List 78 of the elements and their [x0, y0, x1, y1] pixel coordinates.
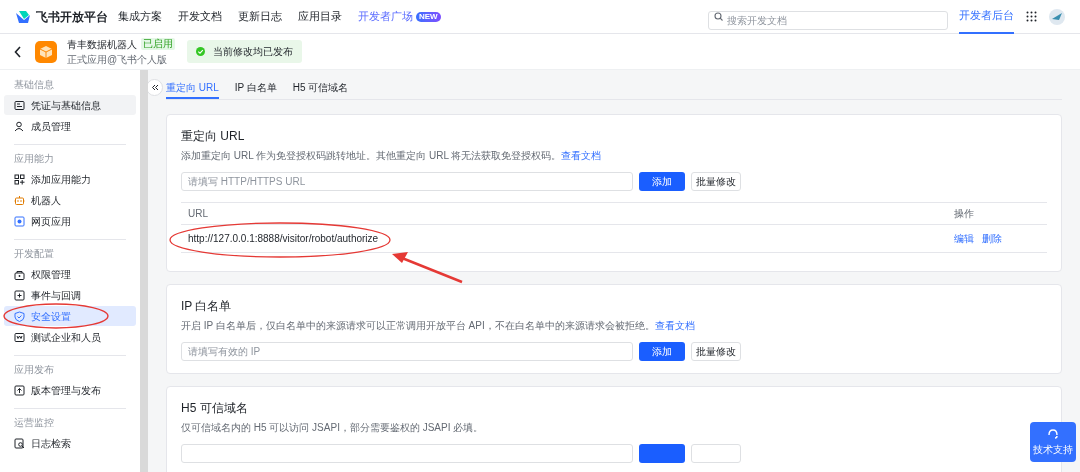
document-search-icon	[14, 437, 25, 449]
card-description: 添加重定向 URL 作为免登授权码跳转地址。其他重定向 URL 将无法获取免登授权码。查看文档	[181, 149, 603, 163]
column-header: URL	[188, 207, 209, 221]
lock-icon	[14, 268, 25, 280]
app-icon	[35, 40, 57, 63]
input-field[interactable]	[181, 444, 633, 463]
add-button[interactable]: 添加	[639, 342, 685, 361]
double-chevron-icon	[150, 84, 159, 91]
nav-link[interactable]: 更新日志	[238, 8, 282, 25]
add-button[interactable]	[639, 444, 685, 463]
frame-icon	[14, 331, 25, 343]
grid-icon	[14, 173, 25, 185]
sidebar-item[interactable]: 成员管理	[4, 116, 136, 136]
batch-edit-button[interactable]: 批量修改	[691, 342, 741, 361]
section-heading: 基础信息	[13, 78, 55, 92]
upload-icon	[14, 384, 25, 396]
plus-box-icon	[14, 289, 25, 301]
annotation-arrow	[392, 252, 463, 284]
new-badge: NEW	[416, 11, 441, 22]
headset-icon	[1047, 427, 1059, 440]
robot-icon	[14, 194, 25, 206]
search-icon	[714, 12, 723, 21]
sidebar-item[interactable]: 权限管理	[4, 264, 136, 284]
docs-link[interactable]: 查看文档	[561, 150, 602, 161]
status-tag: 已启用	[141, 38, 175, 50]
column-header: 操作	[954, 207, 975, 221]
sidebar-item[interactable]: 添加应用能力	[4, 169, 136, 189]
action-link[interactable]: 编辑	[954, 231, 974, 246]
shield-icon	[14, 310, 25, 322]
sidebar-item[interactable]: 机器人	[4, 190, 136, 210]
console-link[interactable]: 开发者后台	[959, 0, 1014, 34]
card-title: IP 白名单	[181, 298, 233, 315]
nav-link[interactable]: 应用目录	[298, 8, 342, 25]
scrollbar[interactable]	[140, 70, 148, 472]
section-heading: 运营监控	[13, 416, 55, 430]
card-description: 仅可信域名内的 H5 可以访问 JSAPI，部分需要鉴权的 JSAPI 必填。	[181, 421, 485, 435]
nav-link[interactable]: 开发文档	[178, 8, 222, 25]
app-name: 青丰数据机器人	[67, 37, 137, 51]
sidebar-item[interactable]: 事件与回调	[4, 285, 136, 305]
docs-link[interactable]: 查看文档	[654, 320, 695, 331]
tab[interactable]: IP 白名单	[234, 77, 277, 99]
card-title: H5 可信域名	[181, 400, 249, 417]
sidebar-item[interactable]: 日志检索	[4, 433, 136, 453]
avatar-icon	[1049, 8, 1065, 25]
collapse-button[interactable]	[148, 79, 163, 96]
user-icon	[14, 120, 25, 132]
support-button[interactable]: 技术支持	[1030, 422, 1076, 462]
apps-grid-icon	[1026, 11, 1037, 22]
sidebar-item[interactable]: 安全设置	[4, 306, 136, 326]
input-field[interactable]: 请填写 HTTP/HTTPS URL	[181, 172, 633, 191]
logo-icon	[15, 9, 31, 24]
window-icon	[14, 215, 25, 227]
sidebar-item[interactable]: 版本管理与发布	[4, 380, 136, 400]
card-icon	[14, 99, 25, 111]
sidebar-item[interactable]: 凭证与基础信息	[4, 95, 136, 115]
sidebar-item[interactable]: 测试企业和人员	[4, 327, 136, 347]
check-circle-icon	[196, 47, 205, 56]
tab[interactable]: H5 可信域名	[292, 77, 349, 99]
card-description: 开启 IP 白名单后，仅白名单中的来源请求可以正常调用开放平台 API，不在白名单中的来源请求会被拒绝。查看文档	[181, 319, 696, 333]
nav-link[interactable]: 集成方案	[118, 8, 162, 25]
search-field[interactable]: 搜索开发文档	[708, 11, 948, 30]
batch-edit-button[interactable]: 批量修改	[691, 172, 741, 191]
batch-edit-button[interactable]	[691, 444, 741, 463]
nav-link[interactable]: 开发者广场 NEW	[358, 8, 441, 25]
publish-notice: 当前修改均已发布	[187, 40, 302, 63]
brand-name: 飞书开放平台	[36, 8, 108, 26]
section-heading: 应用发布	[13, 363, 55, 377]
table-cell-text: http://127.0.0.1:8888/visitor/robot/authorize	[188, 232, 380, 246]
section-heading: 开发配置	[13, 247, 55, 261]
sidebar-item[interactable]: 网页应用	[4, 211, 136, 231]
app-subtitle: 正式应用@飞书个人版	[67, 52, 169, 66]
section-heading: 应用能力	[13, 152, 55, 166]
add-button[interactable]: 添加	[639, 172, 685, 191]
action-link[interactable]: 删除	[982, 231, 1002, 246]
back-icon	[14, 45, 22, 58]
input-field[interactable]: 请填写有效的 IP	[181, 342, 633, 361]
tab[interactable]: 重定向 URL	[166, 77, 219, 99]
card-title: 重定向 URL	[181, 128, 246, 145]
